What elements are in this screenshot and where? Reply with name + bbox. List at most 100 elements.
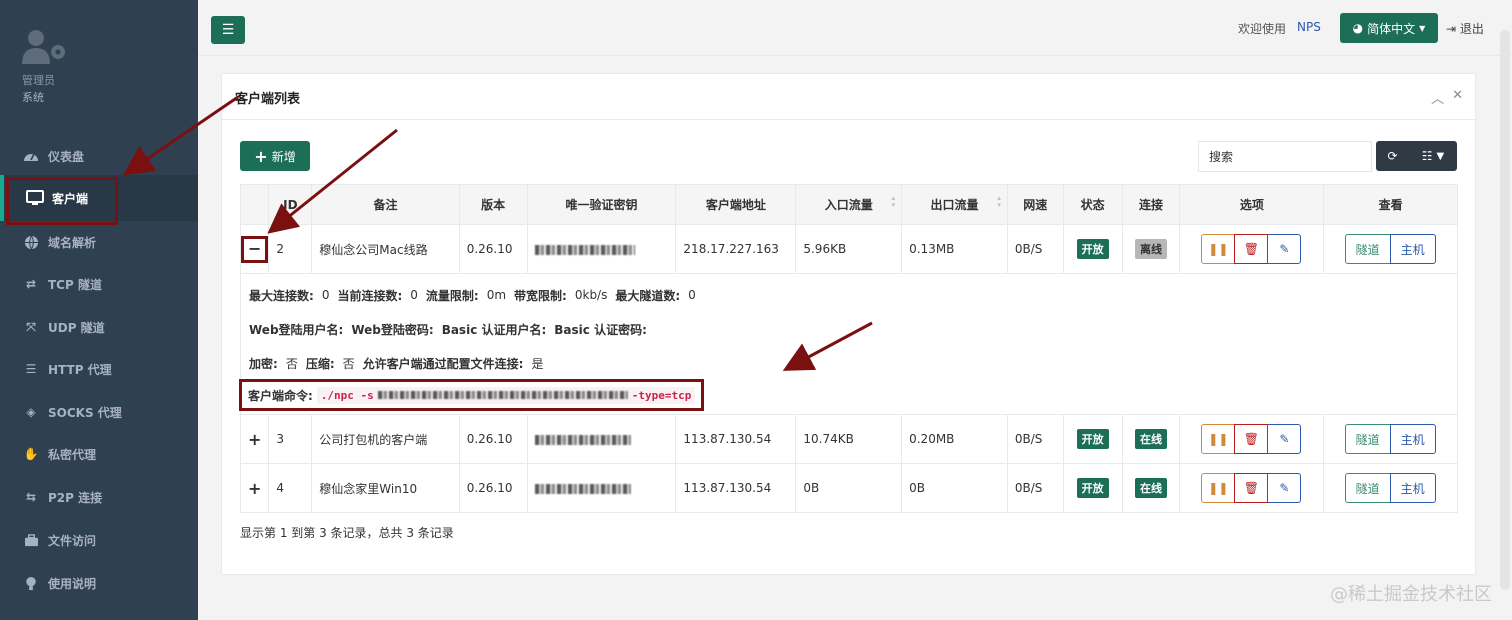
col-conn[interactable]: 连接 (1121, 184, 1181, 225)
search-input[interactable] (1198, 141, 1372, 172)
detail-row: 最大连接数: 0 当前连接数: 0 流量限制: 0m 带宽限制: 0kb/s 最大隧道数… (239, 273, 1458, 415)
row-toggle[interactable]: + (239, 414, 270, 464)
pause-button[interactable]: ❚❚ (1201, 473, 1236, 503)
edit-icon: ✎ (1279, 432, 1290, 446)
view-host-button[interactable]: 主机 (1389, 473, 1436, 503)
status-badge: 开放 (1076, 239, 1109, 259)
pause-button[interactable]: ❚❚ (1201, 424, 1236, 454)
cell-options: ❚❚ 🗑 ✎ (1179, 224, 1325, 274)
sidebar-item-label: 文件访问 (48, 533, 97, 548)
delete-button[interactable]: 🗑 (1234, 424, 1269, 454)
col-expand (239, 184, 270, 225)
brand-link[interactable]: NPS (1297, 20, 1321, 34)
pagination-info: 显示第 1 到第 3 条记录，总共 3 条记录 (240, 526, 454, 540)
pause-button[interactable]: ❚❚ (1201, 234, 1236, 264)
add-client-button[interactable]: + 新增 (240, 141, 310, 171)
redacted-command (377, 391, 628, 399)
sidebar-item-tcp[interactable]: ⇄ TCP 隧道 (0, 264, 198, 304)
edit-button[interactable]: ✎ (1267, 473, 1302, 503)
sidebar-item-files[interactable]: 文件访问 (0, 520, 198, 560)
watermark: @稀土掘金技术社区 (1330, 584, 1492, 605)
col-version[interactable]: 版本 (458, 184, 528, 225)
detail-cell: 最大连接数: 0 当前连接数: 0 流量限制: 0m 带宽限制: 0kb/s 最大隧道数… (239, 273, 1458, 415)
scrollbar[interactable] (1500, 30, 1510, 590)
menu-toggle-button[interactable]: ☰ (211, 16, 245, 44)
view-tunnel-button[interactable]: 隧道 (1344, 424, 1391, 454)
sidebar-item-domain[interactable]: 域名解析 (0, 222, 198, 262)
sidebar-item-label: TCP 隧道 (48, 277, 102, 292)
columns-icon: ☷ (1421, 149, 1433, 163)
cell-in-flow: 5.96KB (795, 224, 903, 274)
max-tunnel-label: 最大隧道数: (615, 288, 681, 303)
list-icon: ☰ (25, 362, 37, 376)
detail-line-limits: 最大连接数: 0 当前连接数: 0 流量限制: 0m 带宽限制: 0kb/s 最大隧道数… (249, 278, 1449, 312)
sidebar-item-dashboard[interactable]: 仪表盘 (0, 136, 198, 176)
view-host-button[interactable]: 主机 (1389, 424, 1436, 454)
delete-button[interactable]: 🗑 (1234, 473, 1269, 503)
compress-value: 否 (342, 356, 355, 371)
trash-icon: 🗑 (1243, 242, 1259, 256)
view-host-button[interactable]: 主机 (1389, 234, 1436, 264)
col-speed[interactable]: 网速 (1006, 184, 1064, 225)
cell-id: 3 (268, 414, 313, 464)
sidebar-item-p2p[interactable]: ⇆ P2P 连接 (0, 477, 198, 517)
row-toggle[interactable]: + (239, 463, 270, 513)
client-table: ID 备注 版本 唯一验证密钥 客户端地址 入口流量 出口流量 网速 状态 连接… (239, 184, 1458, 513)
col-address[interactable]: 客户端地址 (675, 184, 797, 225)
sidebar-item-udp[interactable]: ⤧ UDP 隧道 (0, 307, 198, 347)
rate-limit-label: 带宽限制: (514, 288, 567, 303)
max-conn-label: 最大连接数: (249, 288, 314, 303)
trash-icon: 🗑 (1243, 432, 1259, 446)
col-view[interactable]: 查看 (1323, 184, 1458, 225)
columns-dropdown-button[interactable]: ☷ ▼ (1409, 141, 1457, 171)
view-tunnel-button[interactable]: 隧道 (1344, 234, 1391, 264)
connection-badge: 离线 (1135, 239, 1168, 259)
globe-icon (22, 234, 40, 250)
sidebar-item-help[interactable]: 使用说明 (0, 563, 198, 603)
collapse-row-icon[interactable]: − (241, 235, 269, 263)
cell-version: 0.26.10 (458, 224, 528, 274)
col-key[interactable]: 唯一验证密钥 (526, 184, 677, 225)
col-out-flow[interactable]: 出口流量 (901, 184, 1008, 225)
topbar: ☰ 欢迎使用 NPS ◕ 简体中文 ▼ ⇥ 退出 (198, 0, 1512, 56)
row-toggle[interactable]: − (239, 224, 270, 274)
plus-icon: + (254, 146, 268, 166)
sidebar-item-label: 仪表盘 (48, 149, 85, 164)
edit-button[interactable]: ✎ (1267, 234, 1302, 264)
col-options[interactable]: 选项 (1179, 184, 1325, 225)
profile-role: 管理员 (22, 74, 55, 87)
cell-speed: 0B/S (1006, 224, 1064, 274)
sidebar-item-socks[interactable]: ◈ SOCKS 代理 (0, 392, 198, 432)
cell-out-flow: 0.20MB (901, 414, 1008, 464)
cell-address: 113.87.130.54 (675, 463, 797, 513)
sidebar-item-secret[interactable]: ✋ 私密代理 (0, 434, 198, 474)
client-command[interactable]: ./npc -s -type=tcp (316, 386, 696, 404)
cell-remark: 穆仙念家里Win10 (311, 463, 460, 513)
col-status[interactable]: 状态 (1062, 184, 1123, 225)
layers-icon: ◈ (26, 405, 36, 419)
sidebar-item-clients[interactable]: 客户端 (0, 175, 198, 225)
view-tunnel-button[interactable]: 隧道 (1344, 473, 1391, 503)
encrypt-label: 加密: (249, 356, 278, 371)
rate-limit-value: 0kb/s (574, 288, 608, 302)
sidebar-item-label: HTTP 代理 (48, 362, 112, 377)
sidebar-item-http[interactable]: ☰ HTTP 代理 (0, 349, 198, 389)
dashboard-icon (22, 148, 40, 164)
cell-id: 4 (268, 463, 313, 513)
cell-view: 隧道 主机 (1323, 414, 1458, 464)
globe-icon: ◕ (1352, 21, 1364, 35)
col-id[interactable]: ID (268, 184, 313, 225)
connection-badge: 在线 (1135, 478, 1168, 498)
panel-tools: ︿ ✕ (1431, 88, 1463, 107)
col-in-flow[interactable]: 入口流量 (795, 184, 903, 225)
cell-key (526, 463, 677, 513)
col-remark[interactable]: 备注 (311, 184, 460, 225)
close-icon[interactable]: ✕ (1452, 88, 1463, 107)
delete-button[interactable]: 🗑 (1234, 234, 1269, 264)
language-dropdown[interactable]: ◕ 简体中文 ▼ (1340, 13, 1438, 43)
collapse-icon[interactable]: ︿ (1431, 88, 1444, 107)
refresh-button[interactable]: ⟳ (1376, 141, 1409, 171)
edit-button[interactable]: ✎ (1267, 424, 1302, 454)
logout-link[interactable]: ⇥ 退出 (1446, 20, 1484, 37)
logout-label: 退出 (1459, 22, 1484, 36)
